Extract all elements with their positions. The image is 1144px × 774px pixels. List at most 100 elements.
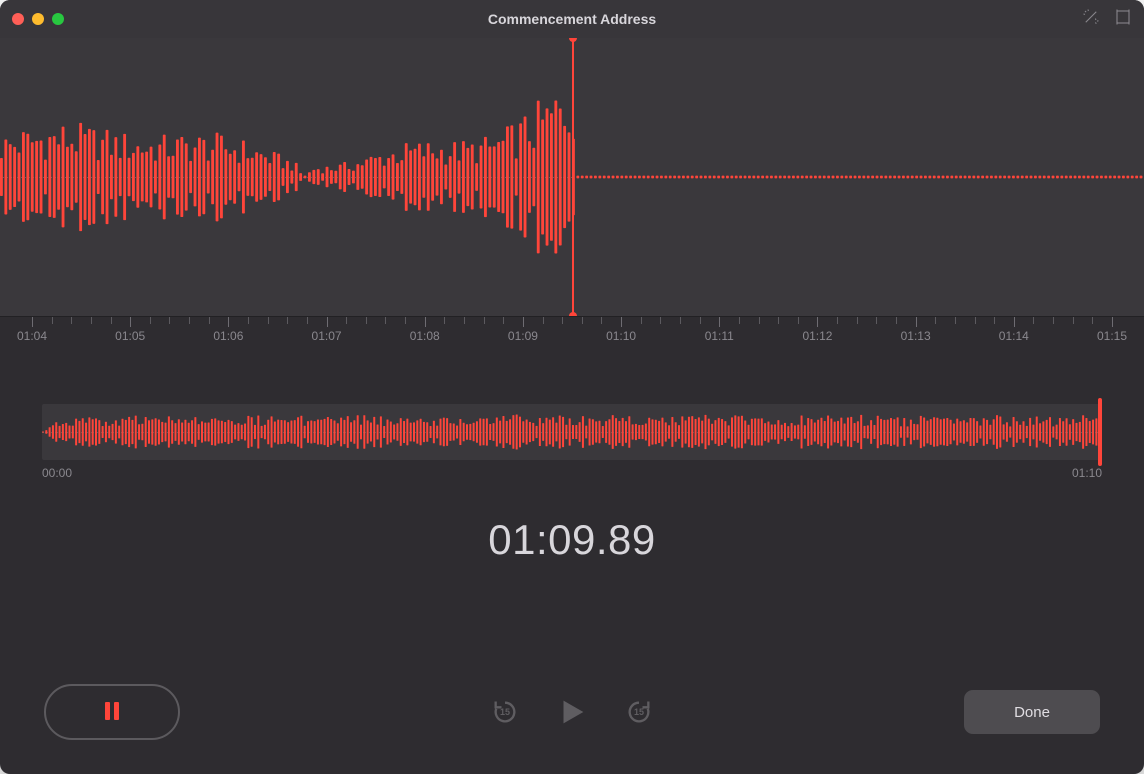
ruler-label: 01:07: [312, 329, 342, 343]
ruler-label: 01:10: [606, 329, 636, 343]
overview-end-time: 01:10: [1072, 466, 1102, 480]
playback-controls: 15 15: [491, 695, 653, 729]
playhead[interactable]: [572, 38, 574, 316]
ruler-tick: [130, 317, 131, 327]
ruler-tick: [425, 317, 426, 327]
ruler-tick: [719, 317, 720, 327]
ruler-minor-tick: [700, 317, 701, 324]
ruler-minor-tick: [975, 317, 976, 324]
overview-playhead[interactable]: [1098, 398, 1102, 466]
ruler-minor-tick: [484, 317, 485, 324]
ruler-label: 01:11: [705, 329, 734, 343]
close-window-button[interactable]: [12, 13, 24, 25]
ruler-minor-tick: [111, 317, 112, 324]
time-ruler[interactable]: 01:04 01:05 01:06 01:07 01:08 01:09 01:10 01:11…: [0, 316, 1144, 352]
done-button[interactable]: Done: [964, 690, 1100, 734]
ruler-minor-tick: [405, 317, 406, 324]
play-icon: [555, 716, 589, 733]
ruler-minor-tick: [1053, 317, 1054, 324]
ruler-minor-tick: [582, 317, 583, 324]
ruler-label: 01:14: [999, 329, 1029, 343]
minimize-window-button[interactable]: [32, 13, 44, 25]
ruler-minor-tick: [837, 317, 838, 324]
ruler-label: 01:06: [213, 329, 243, 343]
ruler-minor-tick: [896, 317, 897, 324]
ruler-minor-tick: [71, 317, 72, 324]
ruler-minor-tick: [91, 317, 92, 324]
ruler-label: 01:08: [410, 329, 440, 343]
ruler-minor-tick: [444, 317, 445, 324]
ruler-minor-tick: [641, 317, 642, 324]
ruler-minor-tick: [464, 317, 465, 324]
ruler-tick: [621, 317, 622, 327]
window-controls: [12, 13, 64, 25]
ruler-minor-tick: [209, 317, 210, 324]
ruler-minor-tick: [955, 317, 956, 324]
transport-controls: 15 15 Done: [0, 660, 1144, 774]
ruler-minor-tick: [1033, 317, 1034, 324]
overview-start-time: 00:00: [42, 466, 72, 480]
ruler-minor-tick: [876, 317, 877, 324]
ruler-minor-tick: [857, 317, 858, 324]
ruler-minor-tick: [189, 317, 190, 324]
zoom-window-button[interactable]: [52, 13, 64, 25]
waveform-overview[interactable]: [42, 404, 1102, 460]
current-time-display: 01:09.89: [0, 516, 1144, 564]
ruler-minor-tick: [287, 317, 288, 324]
waveform-overview-graphic: [42, 404, 1102, 460]
ruler-label: 01:09: [508, 329, 538, 343]
ruler-tick: [1112, 317, 1113, 327]
ruler-minor-tick: [562, 317, 563, 324]
enhance-icon[interactable]: [1082, 8, 1100, 31]
ruler-minor-tick: [994, 317, 995, 324]
ruler-minor-tick: [52, 317, 53, 324]
ruler-tick: [916, 317, 917, 327]
ruler-minor-tick: [601, 317, 602, 324]
ruler-minor-tick: [778, 317, 779, 324]
ruler-tick: [523, 317, 524, 327]
ruler-minor-tick: [1073, 317, 1074, 324]
ruler-minor-tick: [169, 317, 170, 324]
ruler-minor-tick: [1092, 317, 1093, 324]
window-title: Commencement Address: [0, 11, 1144, 27]
titlebar: Commencement Address: [0, 0, 1144, 38]
ruler-label: 01:04: [17, 329, 47, 343]
ruler-minor-tick: [150, 317, 151, 324]
skip-forward-button[interactable]: 15: [625, 698, 653, 726]
voice-memos-editor-window: Commencement Address 01:0401:0501:0601:0…: [0, 0, 1144, 774]
ruler-minor-tick: [268, 317, 269, 324]
ruler-label: 01:12: [802, 329, 832, 343]
record-pause-button[interactable]: [44, 684, 180, 740]
trim-icon[interactable]: [1114, 8, 1132, 31]
ruler-tick: [817, 317, 818, 327]
ruler-minor-tick: [366, 317, 367, 324]
ruler-label: 01:15: [1097, 329, 1127, 343]
ruler-tick: [1014, 317, 1015, 327]
ruler-minor-tick: [385, 317, 386, 324]
ruler-label: 01:13: [901, 329, 931, 343]
ruler-minor-tick: [346, 317, 347, 324]
waveform-main[interactable]: [0, 38, 1144, 316]
toolbar-right: [1082, 8, 1132, 31]
ruler-tick: [228, 317, 229, 327]
ruler-tick: [327, 317, 328, 327]
ruler-minor-tick: [660, 317, 661, 324]
window-title-text: Commencement Address: [488, 11, 656, 27]
ruler-minor-tick: [935, 317, 936, 324]
skip-forward-amount: 15: [625, 698, 653, 726]
ruler-minor-tick: [759, 317, 760, 324]
ruler-minor-tick: [543, 317, 544, 324]
overview-section: 00:00 01:10: [0, 352, 1144, 480]
ruler-minor-tick: [307, 317, 308, 324]
ruler-tick: [32, 317, 33, 327]
overview-times: 00:00 01:10: [42, 466, 1102, 480]
ruler-minor-tick: [798, 317, 799, 324]
play-button[interactable]: [555, 695, 589, 729]
ruler-minor-tick: [503, 317, 504, 324]
skip-back-amount: 15: [491, 698, 519, 726]
ruler-label: 01:05: [115, 329, 145, 343]
pause-icon: [100, 699, 124, 726]
ruler-minor-tick: [680, 317, 681, 324]
ruler-minor-tick: [739, 317, 740, 324]
skip-back-button[interactable]: 15: [491, 698, 519, 726]
